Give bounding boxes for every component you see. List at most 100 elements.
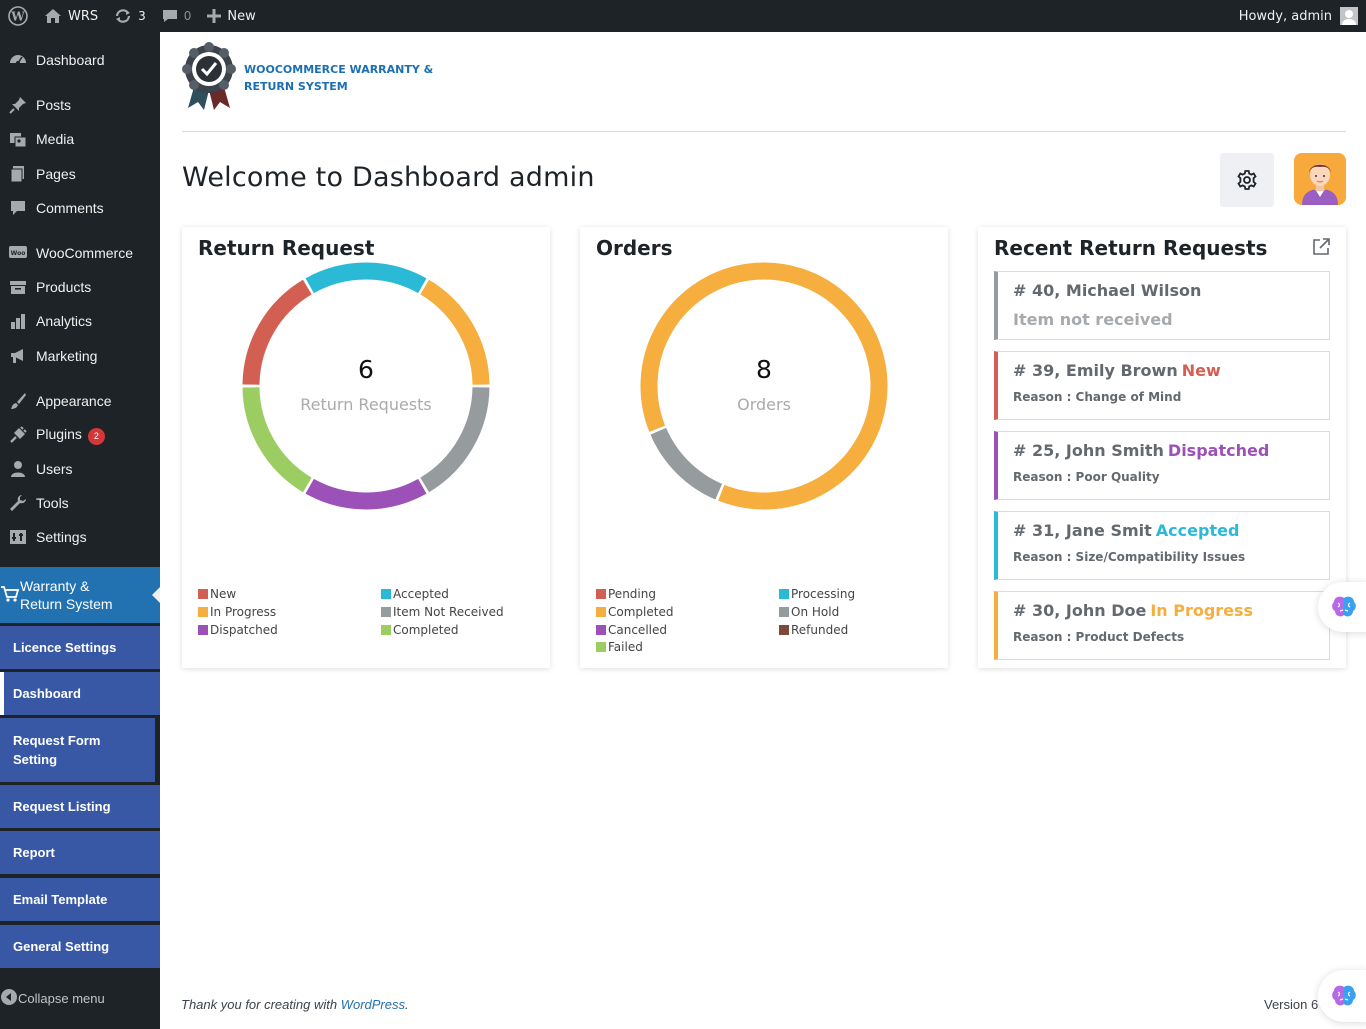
brain-icon: [1332, 596, 1356, 617]
donut-slice-dispatched[interactable]: [305, 478, 427, 510]
legend-item[interactable]: Dispatched: [198, 621, 278, 639]
sidebar-item-marketing[interactable]: Marketing: [0, 339, 160, 373]
submenu-label: Licence Settings: [13, 640, 117, 655]
return-request-card: Return Request 6 Return Requests New Acc…: [182, 227, 550, 668]
orders-card: Orders 8 Orders Pending Processing Compl…: [580, 227, 948, 668]
submenu-label: Request Form Setting: [13, 733, 101, 767]
admin-bar: W WRS 3 0 New Howdy, admin: [0, 0, 1366, 32]
media-icon: [0, 130, 36, 148]
sidebar-item-dashboard[interactable]: Dashboard: [0, 43, 160, 77]
plus-icon: [207, 9, 222, 23]
legend-item[interactable]: On Hold: [779, 603, 839, 621]
submenu-dashboard[interactable]: Dashboard: [0, 672, 160, 715]
donut-slice-accepted[interactable]: [305, 262, 427, 294]
return-request-item[interactable]: # 30, John Doe In Progress Reason : Produ…: [994, 591, 1330, 660]
request-id-name: # 31, Jane Smit: [1013, 521, 1152, 540]
legend-item[interactable]: Cancelled: [596, 621, 667, 639]
sidebar-item-users[interactable]: Users: [0, 452, 160, 486]
return-request-item[interactable]: # 39, Emily Brown New Reason : Change of …: [994, 351, 1330, 420]
orders-donut-chart: [640, 262, 888, 510]
collapse-menu-button[interactable]: Collapse menu: [0, 984, 160, 1012]
request-reason: Reason : Product Defects: [1013, 630, 1185, 644]
external-link-icon[interactable]: [1312, 238, 1330, 256]
return-requests-total: 6: [358, 355, 374, 384]
user-avatar[interactable]: [1294, 153, 1346, 205]
submenu-report[interactable]: Report: [0, 831, 160, 874]
sidebar-item-label: Posts: [36, 97, 72, 113]
legend-swatch: [198, 607, 208, 617]
sidebar-item-tools[interactable]: Tools: [0, 486, 160, 520]
assistant-widget-button-bottom[interactable]: [1318, 970, 1366, 1022]
orders-total: 8: [756, 355, 772, 384]
settings-button[interactable]: [1220, 153, 1274, 207]
new-content-link[interactable]: New: [199, 0, 263, 32]
comments-link[interactable]: 0: [154, 0, 200, 32]
legend-item[interactable]: New: [198, 585, 236, 603]
dashboard-icon: [0, 51, 36, 69]
sidebar-item-label: Products: [36, 279, 92, 295]
warranty-badge-logo: [182, 42, 236, 112]
wordpress-link[interactable]: WordPress: [341, 997, 405, 1012]
admin-sidebar: Dashboard Posts Media Pages Comments Woo…: [0, 32, 160, 1029]
sidebar-item-pages[interactable]: Pages: [0, 157, 160, 191]
legend-item[interactable]: Accepted: [381, 585, 449, 603]
sidebar-item-plugins[interactable]: Plugins 2: [0, 418, 160, 452]
wordpress-logo-icon[interactable]: W: [0, 0, 36, 32]
submenu-licence-settings[interactable]: Licence Settings: [0, 626, 160, 669]
sidebar-item-analytics[interactable]: Analytics: [0, 304, 160, 338]
sidebar-item-products[interactable]: Products: [0, 270, 160, 304]
donut-slice-on-hold[interactable]: [650, 427, 723, 500]
site-name: WRS: [68, 8, 99, 24]
legend-swatch: [596, 607, 606, 617]
legend-swatch: [596, 642, 606, 652]
sidebar-item-label: Media: [36, 131, 75, 147]
legend-item[interactable]: Refunded: [779, 621, 848, 639]
menu-label-line1: Warranty &: [20, 578, 90, 594]
legend-swatch: [198, 589, 208, 599]
submenu-email-template[interactable]: Email Template: [0, 878, 160, 921]
brush-icon: [0, 392, 36, 410]
legend-label: Refunded: [791, 623, 849, 637]
submenu-label: General Setting: [13, 939, 110, 954]
my-account-link[interactable]: Howdy, admin: [1239, 0, 1358, 32]
sidebar-item-woocommerce[interactable]: Woo WooCommerce: [0, 236, 160, 270]
home-icon: [45, 9, 61, 23]
wrench-icon: [0, 494, 36, 512]
updates-link[interactable]: 3: [106, 0, 154, 32]
return-request-item[interactable]: # 40, Michael Wilson Item not received: [994, 271, 1330, 340]
return-request-item[interactable]: # 25, John Smith Dispatched Reason : Poor…: [994, 431, 1330, 500]
page-title: Welcome to Dashboard admin: [182, 162, 595, 193]
legend-item[interactable]: Processing: [779, 585, 855, 603]
sidebar-item-comments[interactable]: Comments: [0, 191, 160, 225]
request-title: # 40, Michael Wilson: [1013, 281, 1201, 300]
megaphone-icon: [0, 347, 36, 365]
legend-item[interactable]: Failed: [596, 638, 643, 656]
submenu-request-listing[interactable]: Request Listing: [0, 785, 160, 828]
sidebar-item-media[interactable]: Media: [0, 122, 160, 156]
legend-item[interactable]: In Progress: [198, 603, 276, 621]
legend-label: Processing: [791, 587, 856, 601]
sidebar-item-warranty-return-system[interactable]: Warranty & Return System: [0, 567, 160, 623]
legend-swatch: [381, 625, 391, 635]
svg-text:Woo: Woo: [11, 250, 26, 257]
active-menu-arrow: [152, 587, 160, 603]
legend-item[interactable]: Completed: [381, 621, 458, 639]
user-icon: [0, 460, 36, 478]
submenu-general-setting[interactable]: General Setting: [0, 925, 160, 968]
legend-item[interactable]: Pending: [596, 585, 656, 603]
sidebar-item-label: WooCommerce: [36, 245, 133, 261]
new-label: New: [227, 8, 256, 24]
submenu-request-form-setting[interactable]: Request Form Setting: [0, 718, 155, 782]
sidebar-item-appearance[interactable]: Appearance: [0, 384, 160, 418]
header-divider: [182, 131, 1346, 132]
site-name-link[interactable]: WRS: [36, 0, 106, 32]
sidebar-item-settings[interactable]: Settings: [0, 520, 160, 554]
legend-item[interactable]: Item Not Received: [381, 603, 504, 621]
sidebar-item-posts[interactable]: Posts: [0, 88, 160, 122]
status-badge: Accepted: [1155, 521, 1240, 540]
legend-label: Completed: [608, 605, 674, 619]
assistant-widget-button[interactable]: [1318, 582, 1366, 632]
legend-item[interactable]: Completed: [596, 603, 673, 621]
howdy-text: Howdy, admin: [1238, 8, 1332, 24]
return-request-item[interactable]: # 31, Jane Smit Accepted Reason : Size/Co…: [994, 511, 1330, 580]
